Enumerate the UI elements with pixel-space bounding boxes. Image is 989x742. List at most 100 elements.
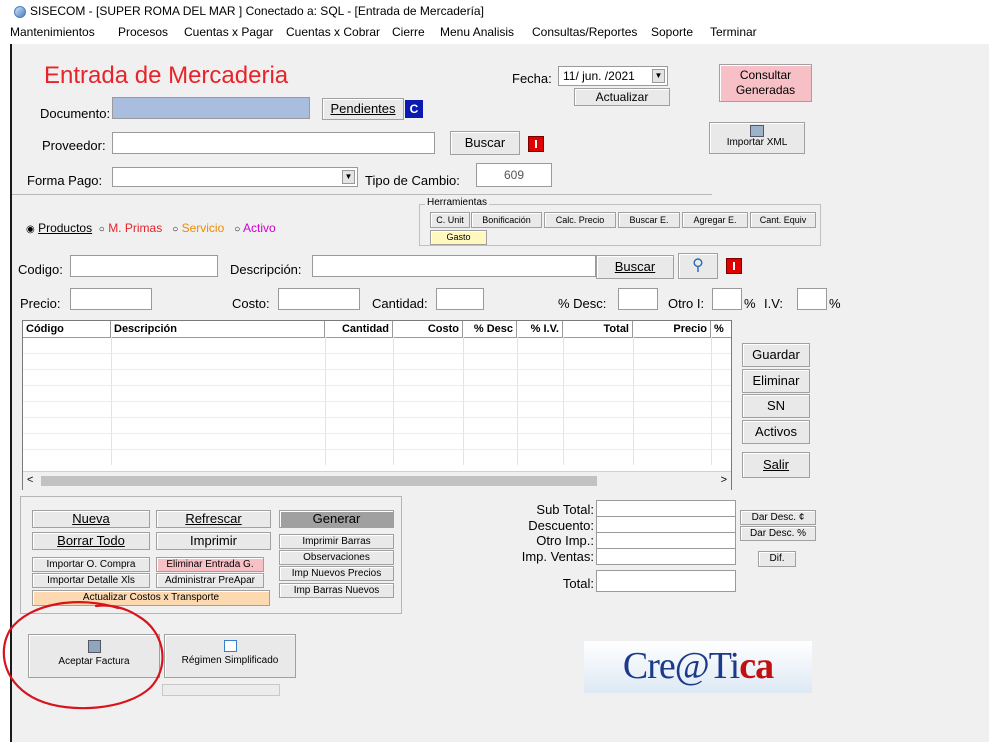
consultar-generadas-button[interactable]: Consultar Generadas [719, 64, 812, 102]
scroll-left-icon[interactable]: < [27, 474, 33, 486]
buscar-producto-button[interactable]: Buscar [596, 255, 674, 279]
gasto-button[interactable]: Gasto [430, 230, 487, 245]
refrescar-button[interactable]: Refrescar [156, 510, 271, 528]
menu-cuentas-pagar[interactable]: Cuentas x Pagar [184, 22, 273, 42]
salir-button[interactable]: Salir [742, 452, 810, 478]
otro-imp-label: Otro Imp.: [536, 533, 594, 548]
col-cantidad[interactable]: Cantidad [325, 321, 393, 337]
regimen-simplificado-label: Régimen Simplificado [181, 655, 279, 666]
menu-bar: Mantenimientos Procesos Cuentas x Pagar … [0, 22, 989, 42]
radio-mprimas[interactable]: ○ M. Primas [95, 221, 162, 235]
col-desc[interactable]: % Desc [463, 321, 517, 337]
imp-barras-nuevos-button[interactable]: Imp Barras Nuevos [279, 583, 394, 598]
buscar-proveedor-button[interactable]: Buscar [450, 131, 520, 155]
actualizar-button[interactable]: Actualizar [574, 88, 670, 106]
eliminar-button[interactable]: Eliminar [742, 369, 810, 393]
sn-button[interactable]: SN [742, 394, 810, 418]
scrollbar-thumb[interactable] [41, 476, 597, 486]
proveedor-input[interactable] [112, 132, 435, 154]
radio-activo[interactable]: ○ Activo [228, 221, 275, 235]
col-codigo[interactable]: Código [23, 321, 111, 337]
generar-button[interactable]: Generar [279, 510, 394, 528]
col-descripcion[interactable]: Descripción [111, 321, 325, 337]
grid-row-line [23, 417, 731, 418]
importar-detalle-button[interactable]: Importar Detalle Xls [32, 573, 150, 588]
items-grid[interactable]: Código Descripción Cantidad Costo % Desc… [22, 320, 732, 490]
radio-servicio[interactable]: ○ Servicio [166, 221, 224, 235]
horizontal-scrollbar[interactable]: < > [23, 471, 731, 490]
imp-nuevos-precios-button[interactable]: Imp Nuevos Precios [279, 566, 394, 581]
c-badge-button[interactable]: C [405, 100, 423, 118]
desc-input[interactable] [618, 288, 658, 310]
codigo-input[interactable] [70, 255, 218, 277]
grid-header: Código Descripción Cantidad Costo % Desc… [23, 321, 731, 338]
otro-i-input[interactable] [712, 288, 742, 310]
fecha-value: 11/ jun. /2021 [563, 69, 635, 83]
regimen-simplificado-button[interactable]: Régimen Simplificado [164, 634, 296, 678]
administrar-preapar-button[interactable]: Administrar PreApar [156, 573, 264, 588]
forma-pago-select[interactable]: ▼ [112, 167, 358, 187]
alert-icon[interactable] [726, 258, 742, 274]
xml-icon [750, 125, 764, 137]
cantidad-input[interactable] [436, 288, 484, 310]
tool-cant-equiv[interactable]: Cant. Equiv [750, 212, 816, 228]
borrar-todo-button[interactable]: Borrar Todo [32, 532, 150, 550]
fecha-picker[interactable]: 11/ jun. /2021 ▼ [558, 66, 668, 86]
tool-buscar-e[interactable]: Buscar E. [618, 212, 680, 228]
guardar-button[interactable]: Guardar [742, 343, 810, 367]
col-precio[interactable]: Precio [633, 321, 711, 337]
binoculars-icon: ⚲ [692, 257, 704, 274]
precio-input[interactable] [70, 288, 152, 310]
tool-c-unit[interactable]: C. Unit [430, 212, 470, 228]
menu-cierre[interactable]: Cierre [392, 22, 425, 42]
dif-button[interactable]: Dif. [758, 551, 796, 567]
tool-calc-precio[interactable]: Calc. Precio [544, 212, 616, 228]
annotation-circle [2, 601, 164, 710]
col-costo[interactable]: Costo [393, 321, 463, 337]
table-icon [223, 640, 237, 652]
pendientes-button[interactable]: Pendientes [322, 98, 404, 120]
menu-consultas[interactable]: Consultas/Reportes [532, 22, 637, 42]
logo-text-accent: ca [739, 645, 774, 687]
creatica-logo: Cre@Tica [584, 641, 812, 693]
radio-productos[interactable]: ◉ Productos [26, 221, 92, 235]
menu-soporte[interactable]: Soporte [651, 22, 693, 42]
grid-row-line [23, 369, 731, 370]
tool-bonificacion[interactable]: Bonificación [471, 212, 542, 228]
chevron-down-icon[interactable]: ▼ [652, 69, 665, 83]
col-iv[interactable]: % I.V. [517, 321, 563, 337]
documento-input[interactable] [112, 97, 310, 119]
dar-desc-colon-button[interactable]: Dar Desc. ¢ [740, 510, 816, 525]
menu-analisis[interactable]: Menu Analisis [440, 22, 514, 42]
menu-mantenimientos[interactable]: Mantenimientos [10, 22, 95, 42]
eliminar-entrada-button[interactable]: Eliminar Entrada G. [156, 557, 264, 572]
dar-desc-pct-button[interactable]: Dar Desc. % [740, 526, 816, 541]
window-title: SISECOM - [SUPER ROMA DEL MAR ] Conectad… [30, 4, 484, 18]
iv-input[interactable] [797, 288, 827, 310]
menu-cuentas-cobrar[interactable]: Cuentas x Cobrar [286, 22, 380, 42]
otro-i-pct: % [744, 296, 756, 311]
scroll-right-icon[interactable]: > [721, 474, 727, 486]
imprimir-button[interactable]: Imprimir [156, 532, 271, 550]
proveedor-label: Proveedor: [42, 138, 106, 153]
imp-ventas-field [596, 548, 736, 565]
col-pct[interactable]: % [711, 321, 731, 337]
nueva-button[interactable]: Nueva [32, 510, 150, 528]
tool-agregar-e[interactable]: Agregar E. [682, 212, 748, 228]
tipo-cambio-input[interactable]: 609 [476, 163, 552, 187]
descripcion-input[interactable] [312, 255, 596, 277]
alert-icon[interactable] [528, 136, 544, 152]
importar-xml-button[interactable]: Importar XML [709, 122, 805, 154]
imprimir-barras-button[interactable]: Imprimir Barras [279, 534, 394, 549]
activos-button[interactable]: Activos [742, 420, 810, 444]
col-total[interactable]: Total [563, 321, 633, 337]
descuento-field [596, 516, 736, 533]
chevron-down-icon[interactable]: ▼ [342, 170, 355, 184]
menu-procesos[interactable]: Procesos [118, 22, 168, 42]
observaciones-button[interactable]: Observaciones [279, 550, 394, 565]
menu-terminar[interactable]: Terminar [710, 22, 757, 42]
importar-o-compra-button[interactable]: Importar O. Compra [32, 557, 150, 572]
otro-i-label: Otro I: [668, 296, 705, 311]
costo-input[interactable] [278, 288, 360, 310]
lookup-icon-button[interactable]: ⚲ [678, 253, 718, 279]
